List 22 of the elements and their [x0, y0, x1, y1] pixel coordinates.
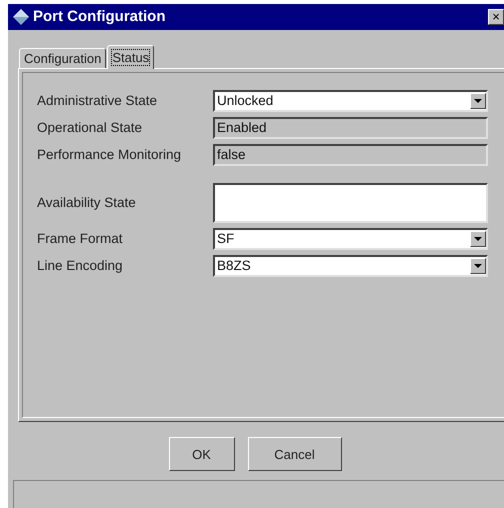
field-label: Availability State — [37, 195, 137, 210]
caret-icon — [474, 264, 482, 268]
dialog-button[interactable]: Cancel — [248, 437, 342, 472]
field-label: Performance Monitoring — [37, 147, 182, 162]
field-label: Administrative State — [37, 93, 158, 108]
dropdown[interactable]: Unlocked — [213, 90, 488, 112]
window-title: Port Configuration — [33, 8, 166, 26]
readonly-field: Enabled — [213, 116, 488, 139]
tab[interactable]: Configuration — [19, 48, 106, 68]
close-button[interactable]: × — [488, 8, 504, 25]
field-label: Line Encoding — [37, 258, 124, 274]
dropdown[interactable]: SF — [213, 228, 488, 250]
readonly-field: false — [213, 144, 488, 166]
dropdown[interactable]: B8ZS — [213, 254, 488, 277]
caret-icon — [474, 236, 482, 241]
tab[interactable]: Status — [107, 44, 154, 69]
input-field[interactable] — [213, 182, 488, 223]
caret-icon — [474, 98, 482, 103]
field-label: Operational State — [37, 120, 144, 136]
dialog-button[interactable]: OK — [168, 437, 234, 472]
field-label: Frame Format — [37, 231, 124, 246]
diamond-icon — [12, 8, 30, 26]
